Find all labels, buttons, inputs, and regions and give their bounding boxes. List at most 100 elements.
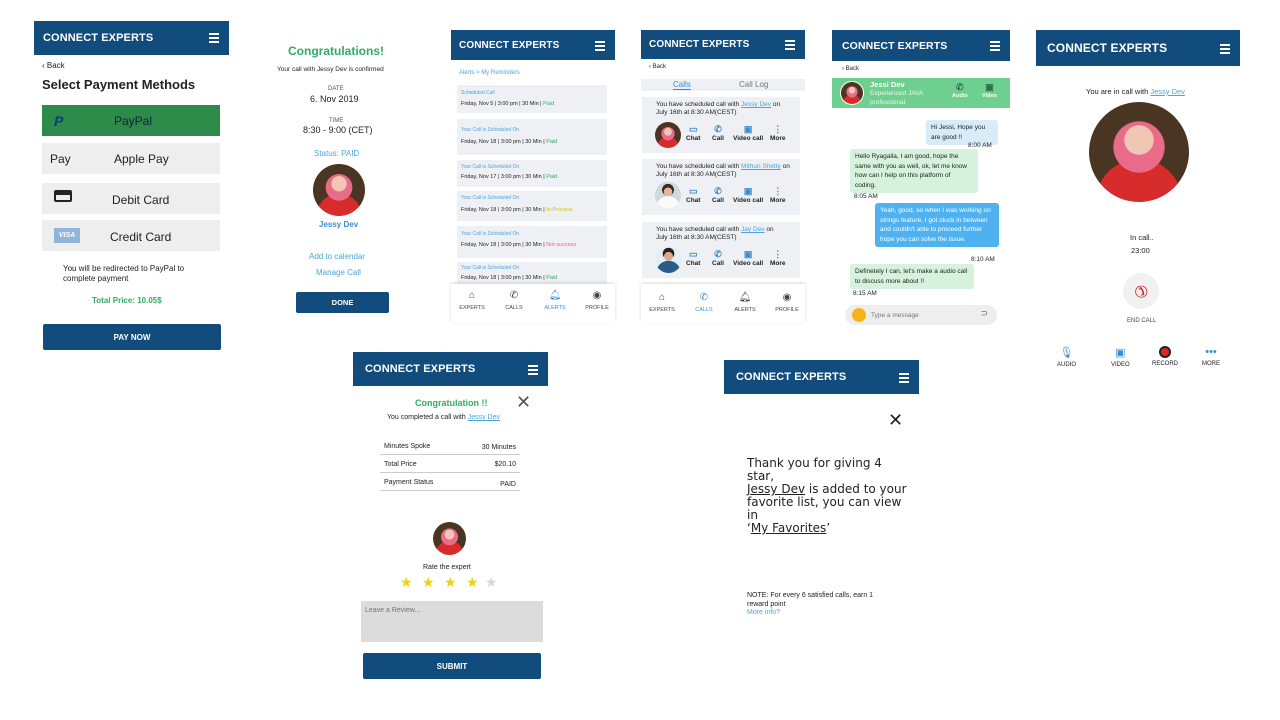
menu-icon[interactable]: [990, 41, 1000, 53]
chat-action[interactable]: ▭ Chat: [686, 124, 700, 142]
more-action[interactable]: ⋮ More: [770, 124, 786, 142]
brand-title: CONNECT EXPERTS: [459, 39, 560, 51]
call-action[interactable]: ✆ Call: [712, 249, 724, 267]
menu-icon[interactable]: [209, 33, 219, 45]
menu-icon[interactable]: [595, 41, 605, 53]
phone-icon: ✆: [714, 249, 722, 259]
expert-name[interactable]: Jessy Dev: [319, 220, 358, 229]
tab-call-log[interactable]: Call Log: [739, 80, 768, 89]
end-call-button[interactable]: ✆: [1123, 273, 1159, 309]
video-control[interactable]: ▣ VIDEO: [1111, 346, 1130, 368]
emoji-icon[interactable]: [852, 308, 866, 322]
chat-action[interactable]: ▭ Chat: [686, 186, 700, 204]
nav-calls[interactable]: ✆ CALLS: [689, 292, 719, 313]
expert-avatar: [313, 164, 365, 216]
more-info-link[interactable]: More info?: [747, 609, 780, 616]
reminder-card[interactable]: Your Call is Scheduled On Friday, Nov 18 …: [457, 262, 607, 284]
menu-icon[interactable]: [899, 373, 909, 385]
debit-card-label: Debit Card: [112, 193, 170, 207]
close-icon[interactable]: ✕: [516, 392, 531, 413]
chat-action[interactable]: ▭ Chat: [686, 249, 700, 267]
more-action[interactable]: ⋮ More: [770, 249, 786, 267]
nav-profile[interactable]: ◉ PROFILE: [582, 290, 612, 311]
audio-control[interactable]: 🎙︎ AUDIO: [1057, 346, 1076, 368]
breadcrumb-alerts[interactable]: Alerts: [459, 70, 474, 76]
reminder-detail: Friday, Nov 18 | 3:00 pm | 30 Min | Paid: [461, 275, 557, 281]
home-icon: ⌂: [658, 292, 666, 303]
back-link[interactable]: ‹ Back: [42, 61, 65, 70]
done-button[interactable]: DONE: [296, 292, 389, 313]
paypal-option[interactable]: P PayPal: [42, 105, 220, 136]
reminder-card[interactable]: Your Call is Scheduled On Friday, Nov 18 …: [457, 191, 607, 221]
star-icon[interactable]: ★: [422, 574, 435, 591]
reminder-card[interactable]: Scheduled Call Friday, Nov 5 | 3:00 pm | …: [457, 85, 607, 113]
more-action[interactable]: ⋮ More: [770, 186, 786, 204]
contact-name: Jessi Dev: [870, 80, 905, 89]
nav-calls[interactable]: ✆ CALLS: [499, 290, 529, 311]
expert-link[interactable]: Jay Dev: [741, 226, 764, 233]
tab-calls[interactable]: Calls: [673, 80, 691, 90]
video-label: Video: [982, 93, 997, 99]
video-call-action[interactable]: ▣ Video call: [733, 124, 763, 142]
star-icon[interactable]: ★: [466, 574, 479, 591]
call-card[interactable]: You have scheduled call with Jessy Dev o…: [642, 97, 800, 153]
message-input[interactable]: [871, 309, 971, 321]
action-label: Chat: [686, 135, 701, 142]
nav-alerts[interactable]: 🔔︎ ALERTS: [540, 290, 570, 311]
expert-link[interactable]: Jessy Dev: [468, 414, 500, 421]
reminder-card[interactable]: Your Call is Scheduled On Friday, Nov 18 …: [457, 119, 607, 155]
apple-pay-option[interactable]: Pay Apple Pay: [42, 143, 220, 174]
expert-link[interactable]: Mithun Shetty: [741, 163, 781, 170]
reminder-heading: Your Call is Scheduled On: [461, 231, 520, 237]
star-icon[interactable]: ★: [444, 574, 457, 591]
expert-link[interactable]: Jessy Dev: [747, 482, 805, 496]
action-label: More: [770, 260, 786, 267]
submit-button[interactable]: SUBMIT: [363, 653, 541, 679]
star-icon[interactable]: ★: [485, 574, 498, 591]
back-link[interactable]: ‹ Back: [649, 64, 666, 70]
quote-close: ’: [826, 521, 831, 535]
attach-icon[interactable]: ⊃: [980, 308, 988, 319]
menu-icon[interactable]: [785, 40, 795, 52]
record-control[interactable]: RECORD: [1152, 346, 1178, 367]
debit-card-option[interactable]: Debit Card: [42, 183, 220, 214]
video-call-button[interactable]: ▣ Video: [982, 82, 997, 99]
reminder-detail: Friday, Nov 5 | 3:00 pm | 30 Min | Paid: [461, 101, 554, 107]
summary-row: Payment Status PAID: [380, 476, 520, 491]
call-card[interactable]: You have scheduled call with Mithun Shet…: [642, 159, 800, 215]
action-label: Chat: [686, 260, 701, 267]
audio-call-button[interactable]: ✆ Audio: [952, 82, 968, 99]
review-input[interactable]: [361, 601, 543, 642]
action-label: Call: [712, 260, 724, 267]
nav-experts[interactable]: ⌂ EXPERTS: [457, 290, 487, 311]
reminder-card[interactable]: Your Call is Scheduled On Friday, Nov 18 …: [457, 226, 607, 258]
close-icon[interactable]: ✕: [888, 410, 903, 431]
menu-icon[interactable]: [1220, 44, 1230, 56]
call-action[interactable]: ✆ Call: [712, 124, 724, 142]
nav-profile[interactable]: ◉ PROFILE: [772, 292, 802, 313]
more-control[interactable]: ••• MORE: [1202, 346, 1220, 367]
manage-call-link[interactable]: Manage Call: [316, 268, 361, 277]
add-to-calendar-link[interactable]: Add to calendar: [309, 252, 365, 261]
menu-icon[interactable]: [528, 365, 538, 377]
nav-alerts[interactable]: 🔔︎ ALERTS: [730, 292, 760, 313]
call-time: July 16th at 8:30 AM(CEST): [656, 109, 737, 116]
back-link[interactable]: ‹ Back: [842, 66, 859, 72]
breadcrumb-reminders[interactable]: My Reminders: [481, 70, 520, 76]
video-call-action[interactable]: ▣ Video call: [733, 186, 763, 204]
my-favorites-link[interactable]: My Favorites: [751, 521, 826, 535]
reminder-heading: Your Call is Scheduled On: [461, 265, 520, 271]
brand-title: CONNECT EXPERTS: [842, 39, 948, 52]
call-card[interactable]: You have scheduled call with Jay Dev on J…: [642, 222, 800, 278]
call-action[interactable]: ✆ Call: [712, 186, 724, 204]
reminder-card[interactable]: Your Call is Scheduled On Friday, Nov 17 …: [457, 160, 607, 187]
nav-experts[interactable]: ⌂ EXPERTS: [647, 292, 677, 313]
expert-link[interactable]: Jessy Dev: [1150, 87, 1185, 96]
summary-pre: You completed a call with: [387, 414, 468, 421]
expert-link[interactable]: Jessy Dev: [741, 101, 771, 108]
credit-card-option[interactable]: VISA Credit Card: [42, 220, 220, 251]
pay-now-button[interactable]: PAY NOW: [43, 324, 221, 350]
video-call-action[interactable]: ▣ Video call: [733, 249, 763, 267]
control-label: VIDEO: [1111, 362, 1130, 368]
star-icon[interactable]: ★: [400, 574, 413, 591]
